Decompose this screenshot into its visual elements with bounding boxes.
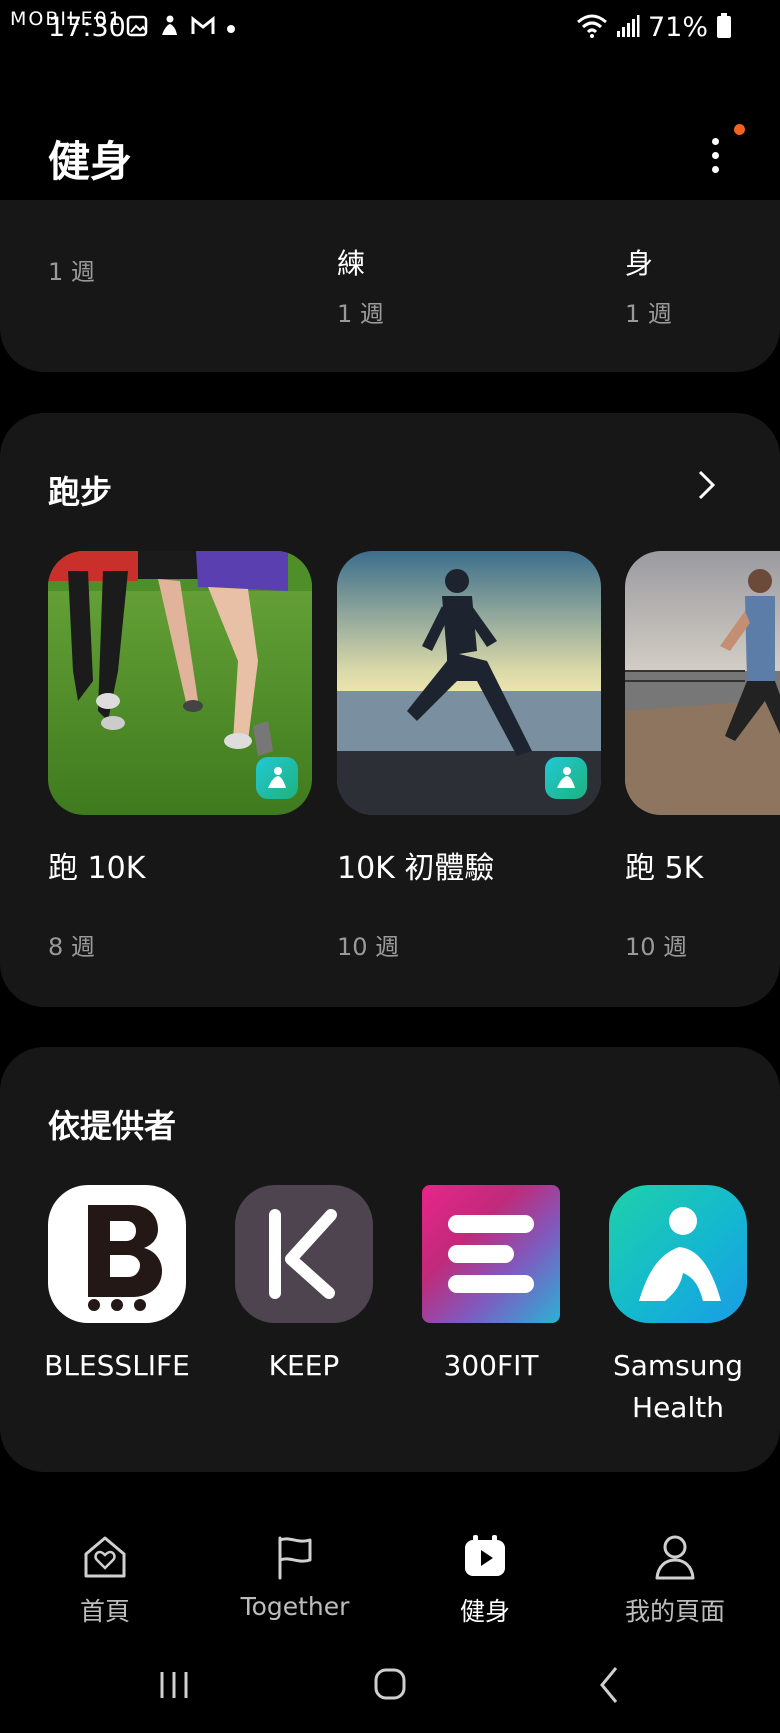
samsung-health-logo-icon <box>609 1185 747 1323</box>
more-notifications-dot-icon <box>226 19 236 38</box>
program-item[interactable]: 1 週 <box>48 240 95 287</box>
program-weeks: 10 週 <box>337 933 400 961</box>
nav-item-together[interactable]: Together <box>210 1532 380 1621</box>
nav-label: Together <box>240 1592 350 1621</box>
notification-icons <box>126 14 236 42</box>
provider-name: 300FIT <box>443 1349 539 1382</box>
provider-name: BLESSLIFE <box>44 1349 190 1382</box>
program-weeks: 1 週 <box>337 300 384 328</box>
provider-300fit[interactable]: 300FIT <box>416 1185 566 1387</box>
program-name: 跑 10K <box>48 851 146 886</box>
nav-item-fitness[interactable]: 健身 <box>400 1532 570 1628</box>
provider-name: Samsung Health <box>612 1349 744 1424</box>
bottom-navigation: 首頁 Together 健身 我的頁面 <box>0 1520 780 1640</box>
program-image <box>48 551 312 815</box>
samsung-health-notification-icon <box>158 14 180 42</box>
status-right: 71% <box>576 12 732 43</box>
program-card-10k[interactable]: 跑 10K 8 週 <box>48 551 312 962</box>
image-notification-icon <box>126 14 148 42</box>
home-button-icon[interactable] <box>360 1660 420 1710</box>
system-navigation-bar <box>0 1660 780 1720</box>
nav-item-my-page[interactable]: 我的頁面 <box>590 1532 760 1628</box>
running-section-title: 跑步 <box>48 473 113 511</box>
program-name: 跑 5K <box>625 851 704 886</box>
program-weeks: 10 週 <box>625 933 688 961</box>
program-name: 身 <box>625 247 654 280</box>
program-card-5k[interactable]: 跑 5K 10 週 <box>625 551 780 962</box>
keep-logo-icon <box>235 1185 373 1323</box>
back-icon[interactable] <box>580 1660 640 1710</box>
home-heart-icon <box>84 1536 126 1578</box>
fitness-play-icon <box>465 1535 505 1576</box>
person-icon <box>655 1535 695 1580</box>
program-item[interactable]: 練 1 週 <box>337 242 384 329</box>
program-image <box>337 551 601 815</box>
nav-label: 我的頁面 <box>624 1597 725 1626</box>
samsung-health-badge-icon <box>545 757 587 799</box>
program-weeks: 1 週 <box>48 258 95 286</box>
samsung-health-badge-icon <box>256 757 298 799</box>
battery-percent: 71% <box>647 12 708 43</box>
more-options-icon <box>711 137 719 145</box>
page-title: 健身 <box>48 137 133 186</box>
running-section-card: 跑步 跑 10K 8 週 10K 初體驗 10 週 跑 5K 10 週 <box>0 413 780 1007</box>
program-name: 10K 初體驗 <box>337 851 495 886</box>
battery-icon <box>716 12 732 43</box>
nav-label: 健身 <box>459 1597 510 1626</box>
300fit-logo-icon <box>422 1185 560 1323</box>
gmail-notification-icon <box>190 15 216 41</box>
flag-icon <box>278 1536 312 1580</box>
program-name: 練 <box>337 247 366 280</box>
top-programs-card: 1 週 練 1 週 身 1 週 <box>0 200 780 372</box>
more-options-button[interactable] <box>700 130 730 180</box>
nav-item-home[interactable]: 首頁 <box>20 1532 190 1628</box>
provider-samsung-health[interactable]: Samsung Health <box>603 1185 753 1429</box>
providers-section-title: 依提供者 <box>48 1107 177 1145</box>
program-card-10k-intro[interactable]: 10K 初體驗 10 週 <box>337 551 601 962</box>
recent-apps-icon[interactable] <box>144 1660 204 1710</box>
provider-keep[interactable]: KEEP <box>229 1185 379 1387</box>
program-weeks: 8 週 <box>48 933 95 961</box>
providers-section-card: 依提供者 BLESSLIFE KEEP 300FIT Samsung Healt… <box>0 1047 780 1472</box>
nav-label: 首頁 <box>79 1597 130 1626</box>
status-bar: 17:30 MOBILE01 71% <box>0 0 780 60</box>
provider-blesslife[interactable]: BLESSLIFE <box>42 1185 192 1387</box>
notification-badge <box>734 124 745 135</box>
wifi-icon <box>576 13 608 43</box>
provider-name: KEEP <box>268 1349 340 1382</box>
program-weeks: 1 週 <box>625 300 672 328</box>
blesslife-logo-icon <box>48 1185 186 1323</box>
program-image <box>625 551 780 815</box>
program-item[interactable]: 身 1 週 <box>625 242 672 329</box>
chevron-right-icon[interactable] <box>690 469 722 501</box>
watermark-logo: MOBILE01 <box>10 8 123 30</box>
signal-icon <box>616 14 640 42</box>
